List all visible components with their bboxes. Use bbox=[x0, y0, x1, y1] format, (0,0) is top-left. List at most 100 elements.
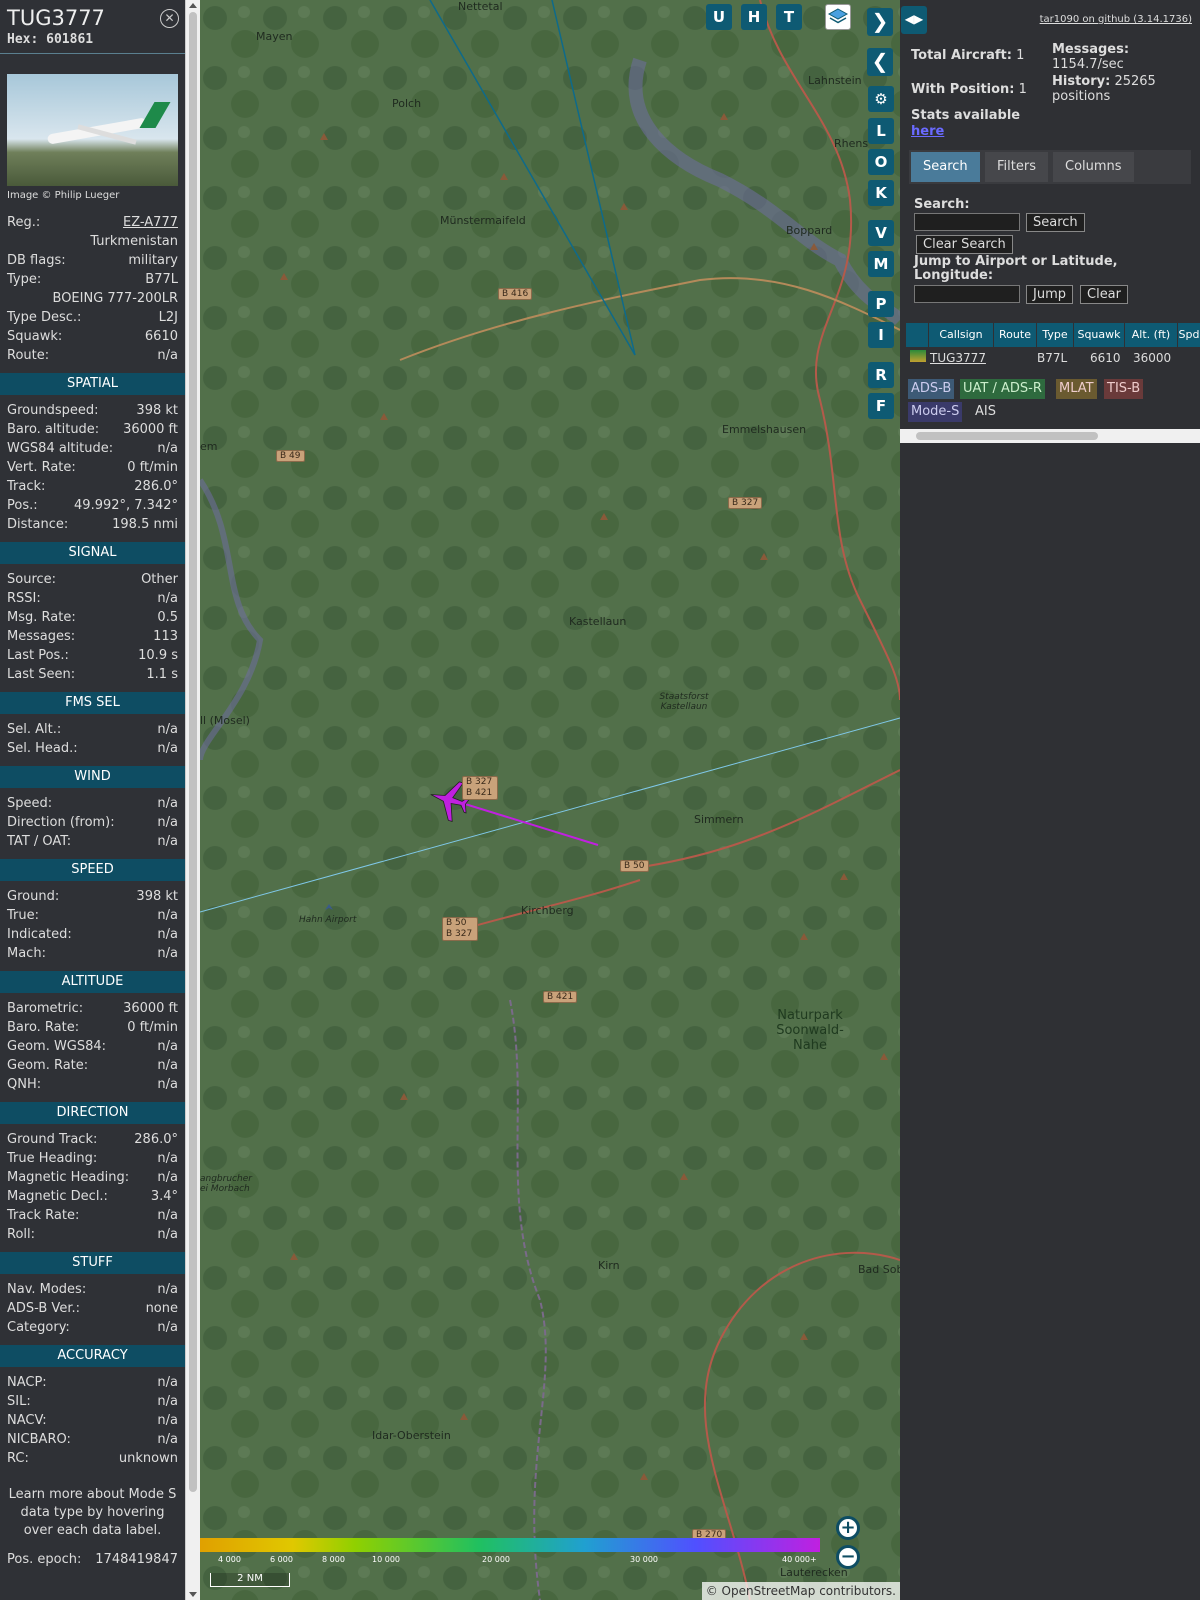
column-header-altitude[interactable]: Alt. (ft) bbox=[1125, 323, 1177, 347]
zoom-in-icon[interactable]: + bbox=[836, 1516, 860, 1540]
info-row: Geom. Rate: n/a bbox=[0, 1056, 185, 1075]
legend-tick: 6 000 bbox=[270, 1555, 293, 1564]
info-row: Roll: n/a bbox=[0, 1225, 185, 1244]
info-row-label: QNH: bbox=[7, 1077, 42, 1092]
search-input[interactable] bbox=[914, 213, 1020, 231]
place-label: Simmern bbox=[694, 813, 744, 826]
source-badge-uat: UAT / ADS-R bbox=[960, 379, 1045, 399]
resize-sidebar-icon[interactable]: ◀▶ bbox=[901, 6, 927, 34]
toggle-o-button[interactable]: O bbox=[868, 149, 894, 175]
info-row-label: Messages: bbox=[7, 629, 76, 644]
settings-gear-icon[interactable]: ⚙ bbox=[868, 86, 894, 112]
aircraft-hex: Hex: 601861 bbox=[7, 32, 178, 47]
messages-rate: 1154.7/sec bbox=[1052, 57, 1124, 72]
info-row-value: 0.5 bbox=[157, 610, 178, 625]
info-row: Groundspeed: 398 kt bbox=[0, 401, 185, 420]
column-header-speed[interactable]: Spd bbox=[1178, 323, 1200, 347]
source-badge-adsb: ADS-B bbox=[908, 379, 955, 399]
info-row-label: Roll: bbox=[7, 1227, 36, 1242]
table-horizontal-scrollbar[interactable] bbox=[900, 429, 1200, 443]
tab-filters[interactable]: Filters bbox=[985, 152, 1048, 182]
info-row-value: none bbox=[145, 1301, 178, 1316]
info-row-value: 0 ft/min bbox=[127, 1020, 178, 1035]
toggle-m-button[interactable]: M bbox=[868, 251, 894, 277]
general-row: DB flags: military bbox=[0, 251, 185, 270]
clear-jump-button[interactable]: Clear bbox=[1080, 285, 1128, 304]
road-shield: B 49 bbox=[276, 450, 305, 462]
info-row-label: SIL: bbox=[7, 1394, 31, 1409]
info-row-value: 398 kt bbox=[136, 889, 178, 904]
aircraft-photo[interactable] bbox=[7, 74, 178, 186]
github-link[interactable]: tar1090 on github (3.14.1736) bbox=[1040, 14, 1192, 25]
collapse-left-icon[interactable]: ❮ bbox=[867, 48, 893, 76]
general-row: Type: B77L bbox=[0, 270, 185, 289]
info-scrollbar[interactable] bbox=[185, 0, 200, 1600]
column-header-type[interactable]: Type bbox=[1037, 323, 1073, 347]
toggle-r-button[interactable]: R bbox=[868, 362, 894, 388]
toggle-f-button[interactable]: F bbox=[868, 393, 894, 419]
clear-search-button[interactable]: Clear Search bbox=[916, 235, 1013, 254]
toggle-v-button[interactable]: V bbox=[868, 220, 894, 246]
info-row-label: Last Pos.: bbox=[7, 648, 69, 663]
column-header-squawk[interactable]: Squawk bbox=[1074, 323, 1124, 347]
info-row: True Heading: n/a bbox=[0, 1149, 185, 1168]
info-row-value: n/a bbox=[157, 1375, 178, 1390]
toggle-i-button[interactable]: I bbox=[868, 322, 894, 348]
info-row-value: n/a bbox=[157, 796, 178, 811]
layers-icon[interactable] bbox=[825, 4, 851, 30]
info-row: Messages: 113 bbox=[0, 627, 185, 646]
info-row-value: n/a bbox=[157, 1282, 178, 1297]
info-row-label: Ground Track: bbox=[7, 1132, 98, 1147]
jump-button[interactable]: Jump bbox=[1026, 285, 1073, 304]
search-button[interactable]: Search bbox=[1026, 213, 1085, 232]
jump-input[interactable] bbox=[914, 285, 1020, 303]
general-row-value: Turkmenistan bbox=[90, 234, 178, 249]
map-view[interactable]: Nettetal Mayen Polch Lahnstein Rhens Mün… bbox=[200, 0, 900, 1600]
zoom-out-icon[interactable]: − bbox=[836, 1545, 860, 1569]
toggle-p-button[interactable]: P bbox=[868, 291, 894, 317]
info-row-label: NACP: bbox=[7, 1375, 47, 1390]
source-badge-modes: Mode-S bbox=[908, 402, 963, 422]
info-row: QNH: n/a bbox=[0, 1075, 185, 1094]
info-row: Msg. Rate: 0.5 bbox=[0, 608, 185, 627]
legend-tick: 4 000 bbox=[218, 1555, 241, 1564]
road-shield: B 327 B 421 bbox=[462, 776, 498, 800]
info-row: Barometric: 36000 ft bbox=[0, 999, 185, 1018]
toggle-k-button[interactable]: K bbox=[868, 180, 894, 206]
info-row-value: 113 bbox=[153, 629, 178, 644]
tab-columns[interactable]: Columns bbox=[1053, 152, 1134, 182]
section-header-signal: SIGNAL bbox=[0, 542, 185, 564]
column-header-callsign[interactable]: Callsign bbox=[929, 323, 993, 347]
info-row-label: Magnetic Decl.: bbox=[7, 1189, 108, 1204]
close-icon[interactable]: ✕ bbox=[160, 9, 179, 28]
stats-here-link[interactable]: here bbox=[911, 124, 944, 139]
image-credit: Image © Philip Lueger bbox=[7, 190, 120, 201]
info-row-label: Geom. Rate: bbox=[7, 1058, 89, 1073]
column-header-route[interactable]: Route bbox=[994, 323, 1036, 347]
info-row: Track Rate: n/a bbox=[0, 1206, 185, 1225]
info-row-label: RSSI: bbox=[7, 591, 41, 606]
info-row: Baro. altitude: 36000 ft bbox=[0, 420, 185, 439]
toggle-labels-l-button[interactable]: L bbox=[868, 118, 894, 144]
expand-right-icon[interactable]: ❯ bbox=[867, 8, 893, 36]
place-label: Rhens bbox=[834, 137, 869, 150]
place-label: em bbox=[200, 440, 218, 453]
aircraft-header: TUG3777 Hex: 601861 ✕ bbox=[0, 0, 185, 54]
info-row-value: 10.9 s bbox=[138, 648, 178, 663]
row-callsign[interactable]: TUG3777 bbox=[930, 349, 986, 367]
general-row-value[interactable]: EZ-A777 bbox=[123, 213, 178, 232]
road-shield: B 421 bbox=[543, 991, 578, 1003]
info-row: Magnetic Heading: n/a bbox=[0, 1168, 185, 1187]
toolbar-h-button[interactable]: H bbox=[741, 4, 767, 30]
info-row: SIL: n/a bbox=[0, 1392, 185, 1411]
hex-value: 601861 bbox=[46, 32, 94, 47]
attribution-prefix: © bbox=[705, 1584, 722, 1598]
toolbar-u-button[interactable]: U bbox=[706, 4, 732, 30]
info-row-label: Mach: bbox=[7, 946, 46, 961]
osm-link[interactable]: OpenStreetMap bbox=[722, 1584, 816, 1598]
section-header-altitude: ALTITUDE bbox=[0, 971, 185, 993]
info-row-value: 3.4° bbox=[150, 1189, 178, 1204]
scale-bar: 2 NM bbox=[210, 1573, 290, 1587]
toolbar-t-button[interactable]: T bbox=[776, 4, 802, 30]
tab-search[interactable]: Search bbox=[911, 152, 980, 182]
